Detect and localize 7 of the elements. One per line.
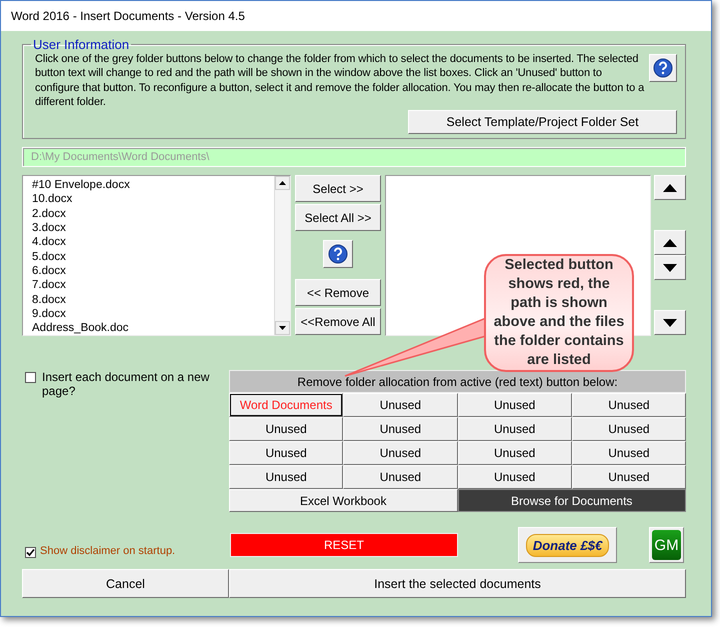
group-legend: User Information [31,37,132,52]
panel-header: Remove folder allocation from active (red text) button below: [229,370,686,394]
checkbox-label: Insert each document on a new page? [42,370,210,398]
checkbox-label: Show disclaimer on startup. [40,545,176,558]
window-title: Word 2016 - Insert Documents - Version 4.5 [1,1,711,31]
callout-tooltip: Selected button shows red, the path is shown above and the files the folder contains are listed [484,254,634,372]
instructions-text: Click one of the grey folder buttons below to change the folder from which to select the documents to be inserted. The selected button text will change to red and the path will be shown in the window above the list boxes. Click an 'Unused' button to configure that button. To reconfigure a button, select it and remove the folder allocation. You may then re-allocate the button to a different folder. [35,52,646,110]
